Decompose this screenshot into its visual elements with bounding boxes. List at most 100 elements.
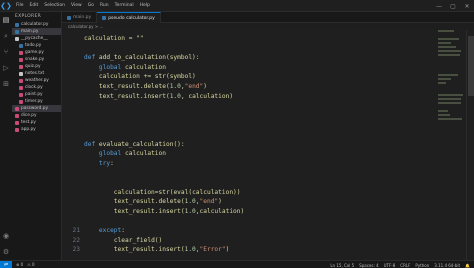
file-tree-item[interactable]: dice.py <box>12 112 61 119</box>
account-icon[interactable]: ◉ <box>2 232 10 240</box>
menu-item-terminal[interactable]: Terminal <box>113 3 136 8</box>
code-line[interactable]: text_result.insert(1.0,calculation) <box>62 207 474 216</box>
file-tree-item[interactable]: game.py <box>12 49 61 56</box>
source-control-icon[interactable]: ⑂ <box>2 48 10 56</box>
status-item[interactable]: Python <box>415 263 429 268</box>
code-line[interactable] <box>62 111 474 120</box>
code-line[interactable]: def add_to_calculation(symbol): <box>62 53 474 62</box>
run-debug-icon[interactable]: ▷ <box>2 64 10 72</box>
tab-label: pseudo calculator.py <box>108 15 155 21</box>
file-tree-item[interactable]: weather.py <box>12 77 61 84</box>
file-name: clock.py <box>25 85 43 90</box>
remote-icon[interactable]: ⇌ <box>0 260 12 268</box>
file-name: app.py <box>21 127 36 132</box>
code-text: text_result.delete(1.0,"end") <box>84 198 222 206</box>
code-line[interactable]: text_result.insert(1.0, calculation) <box>62 92 474 101</box>
menu-item-go[interactable]: Go <box>86 3 96 8</box>
line-number: 21 <box>72 227 80 234</box>
code-line[interactable] <box>62 44 474 53</box>
menu-bar: File Edit Selection View Go Run Terminal Help <box>14 3 152 8</box>
code-line[interactable]: text_result.delete(1.0,"end") <box>62 82 474 91</box>
status-problems[interactable]: ⚠ 0 <box>27 262 34 267</box>
code-line[interactable]: global calculation <box>62 63 474 72</box>
menu-item-selection[interactable]: Selection <box>42 3 67 8</box>
file-icon <box>15 120 19 125</box>
python-file-icon <box>102 16 107 20</box>
code-line[interactable]: def evaluate_calculation(): <box>62 140 474 149</box>
minimize-icon[interactable]: — <box>432 0 446 12</box>
code-line[interactable]: 21 except: <box>62 226 474 235</box>
file-icon <box>15 113 19 118</box>
code-line[interactable] <box>62 120 474 129</box>
code-editor[interactable]: calculation = "" def add_to_calculation(s… <box>62 30 474 260</box>
code-text: calculation=str(eval(calculation)) <box>84 188 241 196</box>
extensions-icon[interactable]: ⊞ <box>2 80 10 88</box>
code-text: calculation += str(symbol) <box>84 73 196 81</box>
status-item[interactable]: Spaces: 4 <box>359 263 378 268</box>
breadcrumb[interactable]: calculator.py > ... <box>62 23 474 30</box>
code-line[interactable]: try: <box>62 159 474 168</box>
menu-item-help[interactable]: Help <box>138 3 152 8</box>
file-tree-item[interactable]: app.py <box>12 126 61 133</box>
code-text: except: <box>98 227 125 234</box>
code-line[interactable]: calculation=str(eval(calculation)) <box>62 188 474 197</box>
file-tree-item[interactable]: timer.py <box>12 98 61 105</box>
file-tree-item[interactable]: snake.py <box>12 56 61 63</box>
file-tree-item[interactable]: test.py <box>12 119 61 126</box>
tab-label: main.py <box>73 15 92 20</box>
code-line[interactable] <box>62 130 474 139</box>
status-item[interactable]: 3.11.4 64-bit <box>434 263 460 268</box>
gear-icon[interactable]: ⚙ <box>2 248 10 256</box>
file-icon <box>19 78 23 83</box>
file-name: calculator.py <box>21 22 49 27</box>
status-right: Ln 15, Col 5 Spaces: 4 UTF-8 CRLF Python 3.11… <box>330 261 470 268</box>
editor-tab[interactable]: pseudo calculator.py <box>97 12 161 23</box>
code-line[interactable]: 22 clear_field() <box>62 236 474 245</box>
menu-item-edit[interactable]: Edit <box>28 3 41 8</box>
python-file-icon <box>67 15 71 20</box>
menu-item-file[interactable]: File <box>14 3 26 8</box>
code-line[interactable]: global calculation <box>62 149 474 158</box>
code-line[interactable]: 23 text_result.insert(1.0,"Error") <box>62 245 474 254</box>
file-name: notes.txt <box>25 71 45 76</box>
file-tree-item[interactable]: password.py <box>12 105 61 112</box>
status-item[interactable]: 🔔 <box>465 263 470 268</box>
code-text: text_result.insert(1.0,calculation) <box>84 207 245 215</box>
file-name: quiz.py <box>25 64 41 69</box>
code-line[interactable] <box>62 216 474 225</box>
file-icon <box>15 29 19 34</box>
file-tree-item[interactable]: clock.py <box>12 84 61 91</box>
menu-item-view[interactable]: View <box>69 3 84 8</box>
file-tree-item[interactable]: calculator.py <box>12 21 61 28</box>
file-icon <box>19 71 23 76</box>
status-problems[interactable]: ⊗ 0 <box>16 262 23 267</box>
code-text: global calculation <box>98 63 166 71</box>
code-line[interactable]: text_result.delete(1.0,"end") <box>62 197 474 206</box>
code-line[interactable]: calculation += str(symbol) <box>62 72 474 81</box>
file-tree-item[interactable]: main.py <box>12 28 61 35</box>
explorer-sidebar: EXPLORER calculator.py main.py __pycache__… <box>12 12 62 260</box>
close-icon[interactable]: ✕ <box>460 0 474 12</box>
file-tree-item[interactable]: paint.py <box>12 91 61 98</box>
code-text: text_result.insert(1.0, calculation) <box>84 92 234 100</box>
code-line[interactable] <box>62 168 474 177</box>
file-tree-item[interactable]: notes.txt <box>12 70 61 77</box>
maximize-icon[interactable]: ▢ <box>446 0 460 12</box>
menu-item-run[interactable]: Run <box>98 3 111 8</box>
status-item[interactable]: UTF-8 <box>384 263 396 268</box>
file-name: weather.py <box>25 78 49 83</box>
status-item[interactable]: CRLF <box>400 263 410 268</box>
code-line[interactable] <box>62 178 474 187</box>
editor-tab[interactable]: main.py <box>62 12 98 23</box>
status-item[interactable]: Ln 15, Col 5 <box>330 263 354 268</box>
file-icon <box>19 50 23 55</box>
files-icon[interactable]: ▤ <box>2 16 10 24</box>
file-tree-item[interactable]: todo.py <box>12 42 61 49</box>
file-name: todo.py <box>25 43 42 48</box>
code-text: global calculation <box>98 150 166 158</box>
file-tree-item[interactable]: __pycache__ <box>12 35 61 42</box>
file-tree-item[interactable]: quiz.py <box>12 63 61 70</box>
code-line[interactable]: calculation = "" <box>62 34 474 43</box>
code-line[interactable] <box>62 101 474 110</box>
search-icon[interactable]: ⌕ <box>2 32 10 40</box>
